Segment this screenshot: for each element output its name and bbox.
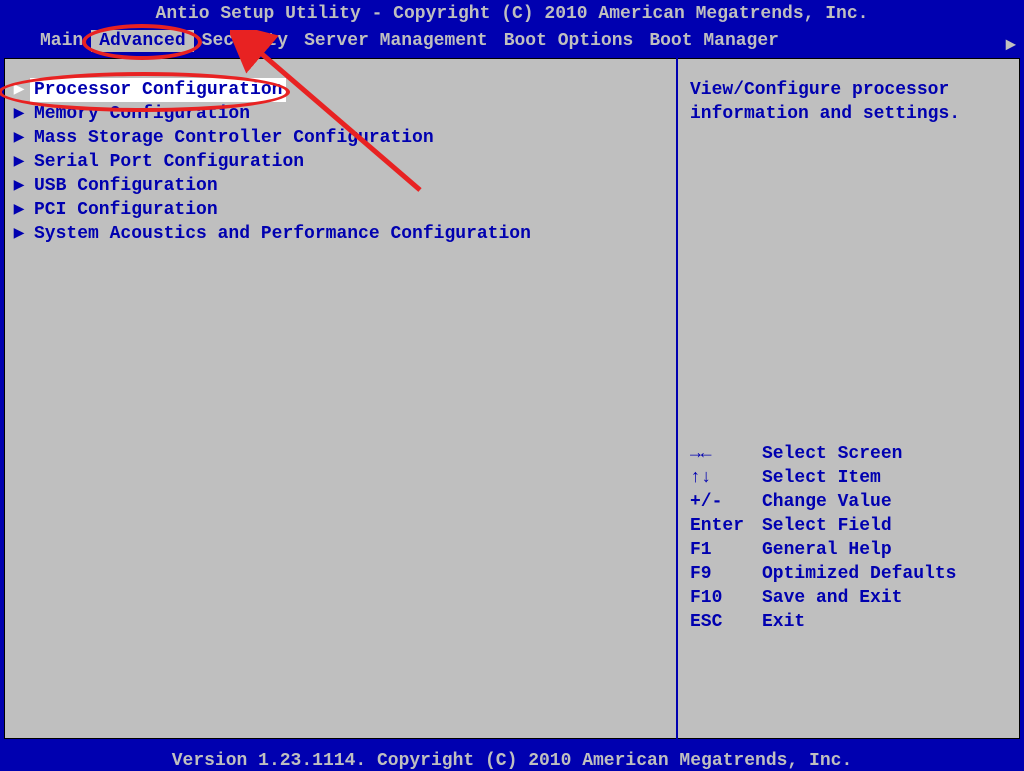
key-hint-row: ↑↓ Select Item: [690, 466, 1008, 490]
main-panel: ▶ Processor Configuration ▶ Memory Confi…: [4, 58, 678, 739]
submenu-arrow-icon: ▶: [8, 222, 30, 246]
help-text: View/Configure processor information and…: [690, 78, 1008, 126]
content-area: ▶ Processor Configuration ▶ Memory Confi…: [0, 54, 1024, 739]
menu-item-boot-manager[interactable]: Boot Manager: [641, 30, 787, 52]
help-line: View/Configure processor: [690, 78, 1008, 102]
key-label: F10: [690, 586, 762, 610]
key-hint-row: F1 General Help: [690, 538, 1008, 562]
key-action: Save and Exit: [762, 586, 902, 610]
config-item-usb[interactable]: ▶ USB Configuration: [8, 174, 668, 198]
config-label: Memory Configuration: [30, 102, 254, 126]
key-hint-row: F9 Optimized Defaults: [690, 562, 1008, 586]
config-item-memory[interactable]: ▶ Memory Configuration: [8, 102, 668, 126]
config-label: PCI Configuration: [30, 198, 222, 222]
submenu-arrow-icon: ▶: [8, 78, 30, 102]
config-label: USB Configuration: [30, 174, 222, 198]
key-label: F1: [690, 538, 762, 562]
key-action: Select Field: [762, 514, 892, 538]
key-action: General Help: [762, 538, 892, 562]
submenu-arrow-icon: ▶: [8, 126, 30, 150]
key-action: Change Value: [762, 490, 892, 514]
key-label: +/-: [690, 490, 762, 514]
footer-bar: Version 1.23.1114. Copyright (C) 2010 Am…: [0, 743, 1024, 771]
header-title: Antio Setup Utility - Copyright (C) 2010…: [156, 4, 869, 24]
key-action: Select Screen: [762, 442, 902, 466]
submenu-arrow-icon: ▶: [8, 150, 30, 174]
menu-scroll-right-icon[interactable]: ►: [1005, 36, 1016, 56]
menu-bar: Main Advanced Security Server Management…: [0, 28, 1024, 54]
key-hint-row: ESC Exit: [690, 610, 1008, 634]
config-item-pci[interactable]: ▶ PCI Configuration: [8, 198, 668, 222]
config-item-processor[interactable]: ▶ Processor Configuration: [8, 78, 668, 102]
key-hint-row: →← Select Screen: [690, 442, 1008, 466]
footer-text: Version 1.23.1114. Copyright (C) 2010 Am…: [172, 751, 853, 771]
submenu-arrow-icon: ▶: [8, 174, 30, 198]
key-label: ESC: [690, 610, 762, 634]
key-label: →←: [690, 442, 762, 466]
config-item-mass-storage[interactable]: ▶ Mass Storage Controller Configuration: [8, 126, 668, 150]
menu-item-security[interactable]: Security: [194, 30, 296, 52]
config-label: Serial Port Configuration: [30, 150, 308, 174]
key-action: Select Item: [762, 466, 881, 490]
key-label: Enter: [690, 514, 762, 538]
key-hint-row: +/- Change Value: [690, 490, 1008, 514]
config-item-serial-port[interactable]: ▶ Serial Port Configuration: [8, 150, 668, 174]
config-item-acoustics[interactable]: ▶ System Acoustics and Performance Confi…: [8, 222, 668, 246]
help-panel: View/Configure processor information and…: [678, 58, 1020, 739]
key-hint-row: Enter Select Field: [690, 514, 1008, 538]
config-label: System Acoustics and Performance Configu…: [30, 222, 535, 246]
submenu-arrow-icon: ▶: [8, 102, 30, 126]
menu-item-main[interactable]: Main: [32, 30, 91, 52]
config-label: Mass Storage Controller Configuration: [30, 126, 438, 150]
menu-item-advanced[interactable]: Advanced: [91, 30, 193, 52]
key-hints: →← Select Screen ↑↓ Select Item +/- Chan…: [690, 442, 1008, 634]
submenu-arrow-icon: ▶: [8, 198, 30, 222]
config-label: Processor Configuration: [30, 78, 286, 102]
bios-setup-screen: Antio Setup Utility - Copyright (C) 2010…: [0, 0, 1024, 771]
key-hint-row: F10 Save and Exit: [690, 586, 1008, 610]
key-label: ↑↓: [690, 466, 762, 490]
help-line: information and settings.: [690, 102, 1008, 126]
menu-item-boot-options[interactable]: Boot Options: [496, 30, 642, 52]
header-bar: Antio Setup Utility - Copyright (C) 2010…: [0, 0, 1024, 28]
key-label: F9: [690, 562, 762, 586]
menu-item-server-management[interactable]: Server Management: [296, 30, 496, 52]
key-action: Optimized Defaults: [762, 562, 956, 586]
key-action: Exit: [762, 610, 805, 634]
